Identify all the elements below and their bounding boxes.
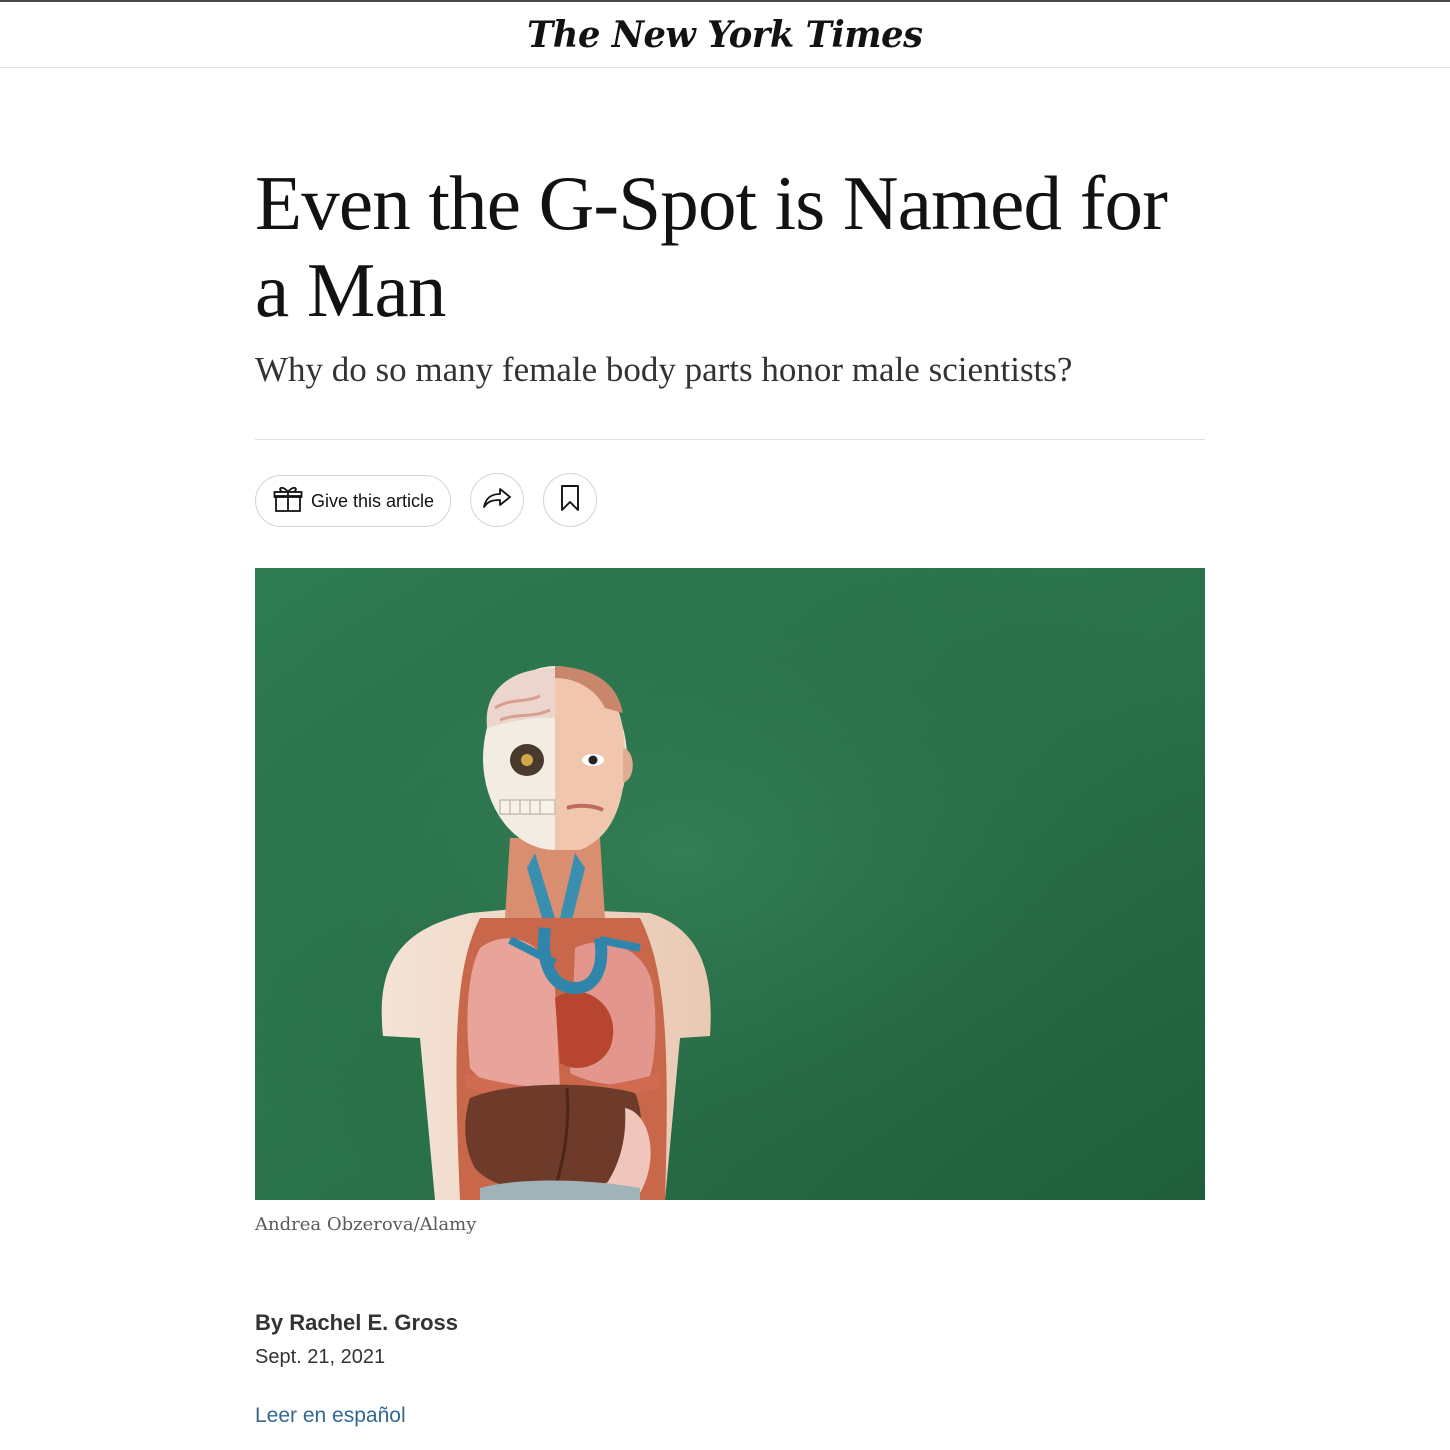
publish-date: Sept. 21, 2021 [255, 1346, 386, 1368]
share-button[interactable] [470, 473, 524, 527]
gift-article-button[interactable]: Give this article [255, 475, 451, 527]
image-credit: Andrea Obzerova/Alamy [255, 1214, 477, 1235]
author-byline[interactable]: By Rachel E. Gross [255, 1310, 458, 1336]
spanish-translation-link[interactable]: Leer en español [255, 1404, 406, 1428]
share-arrow-icon [482, 486, 512, 515]
save-bookmark-button[interactable] [543, 473, 597, 527]
masthead: The New York Times [0, 2, 1450, 68]
bookmark-icon [560, 484, 580, 517]
nyt-logo[interactable]: The New York Times [527, 14, 923, 56]
article-headline: Even the G-Spot is Named for a Man [255, 160, 1168, 333]
article-summary: Why do so many female body parts honor m… [255, 350, 1073, 389]
gift-icon [273, 484, 303, 519]
article-hero-image [255, 568, 1205, 1200]
divider [255, 439, 1205, 440]
gift-article-label: Give this article [311, 490, 435, 511]
